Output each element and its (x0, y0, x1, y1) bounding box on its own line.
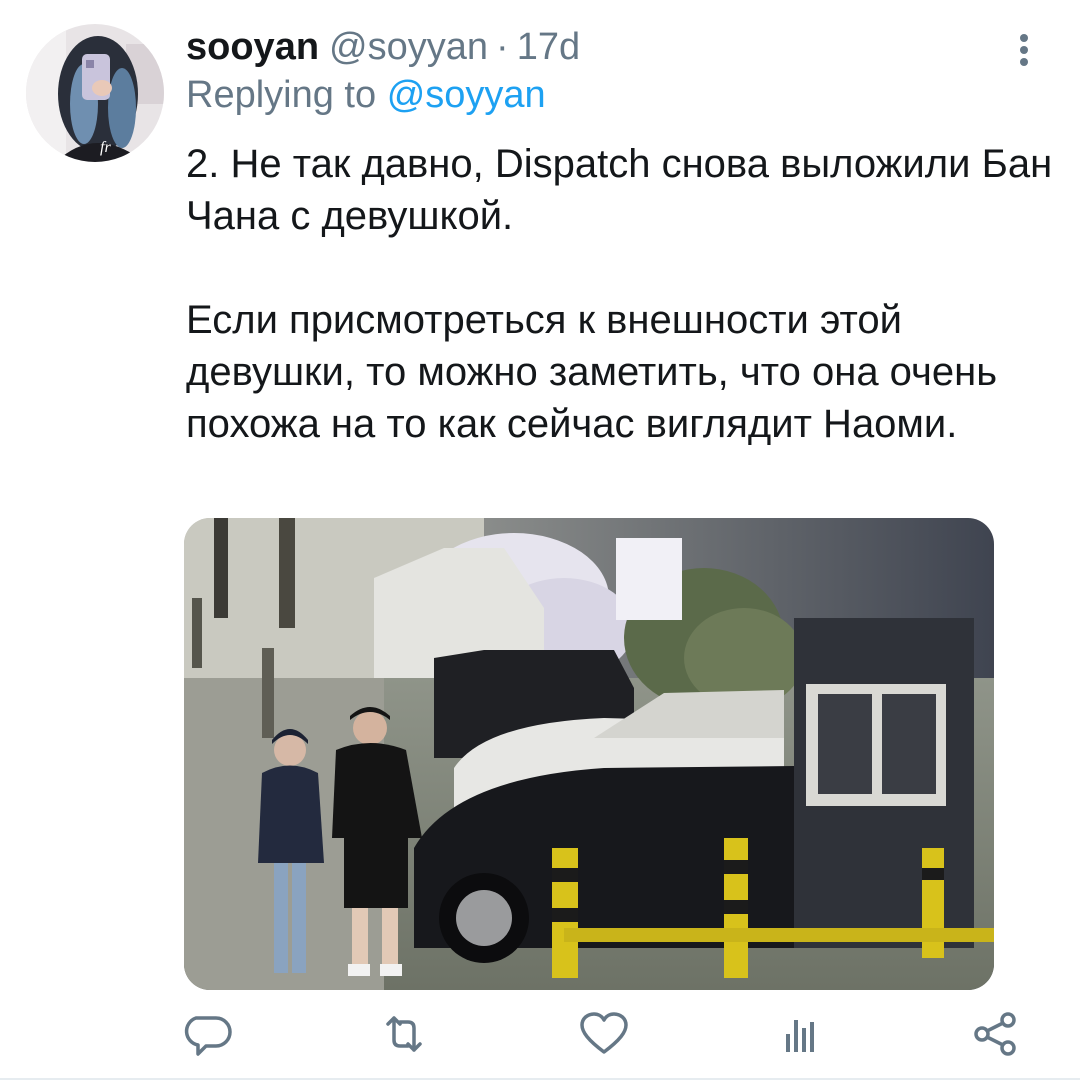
author-display-name[interactable]: sooyan (186, 26, 319, 69)
street-photo-icon (184, 518, 994, 990)
avatar-photo-icon: fr (26, 24, 164, 162)
tweet-media-image[interactable] (184, 518, 994, 990)
author-handle[interactable]: @soyyan (329, 26, 488, 69)
share-button[interactable] (970, 1010, 1022, 1058)
bar-chart-icon (786, 1020, 814, 1052)
tweet-actions (0, 1010, 1080, 1060)
reply-bubble-icon (184, 1016, 232, 1056)
tweet-timestamp[interactable]: 17d (517, 26, 580, 69)
heart-icon (580, 1012, 628, 1054)
retweet-icon (386, 1016, 422, 1052)
retweet-button[interactable] (378, 1010, 430, 1058)
more-options-button[interactable] (1004, 30, 1044, 70)
reply-mention-link[interactable]: @soyyan (387, 74, 546, 116)
reply-button[interactable] (182, 1010, 234, 1058)
tweet-header: sooyan @soyyan · 17d (186, 22, 580, 72)
tweet[interactable]: fr sooyan @soyyan · 17d Replying to @soy… (0, 0, 1080, 1080)
more-vertical-icon (1020, 34, 1028, 66)
like-button[interactable] (578, 1010, 630, 1058)
svg-text:fr: fr (100, 139, 111, 156)
replying-to: Replying to @soyyan (186, 74, 546, 117)
tweet-paragraph: 2. Не так давно, Dispatch снова выложили… (186, 142, 1053, 238)
analytics-button[interactable] (774, 1010, 826, 1058)
share-icon (974, 1012, 1016, 1056)
author-avatar[interactable]: fr (26, 24, 164, 162)
tweet-text: 2. Не так давно, Dispatch снова выложили… (186, 138, 1056, 450)
tweet-paragraph: Если присмотреться к внешности этой деву… (186, 298, 998, 446)
replying-to-label: Replying to (186, 74, 377, 116)
header-separator: · (496, 25, 509, 68)
